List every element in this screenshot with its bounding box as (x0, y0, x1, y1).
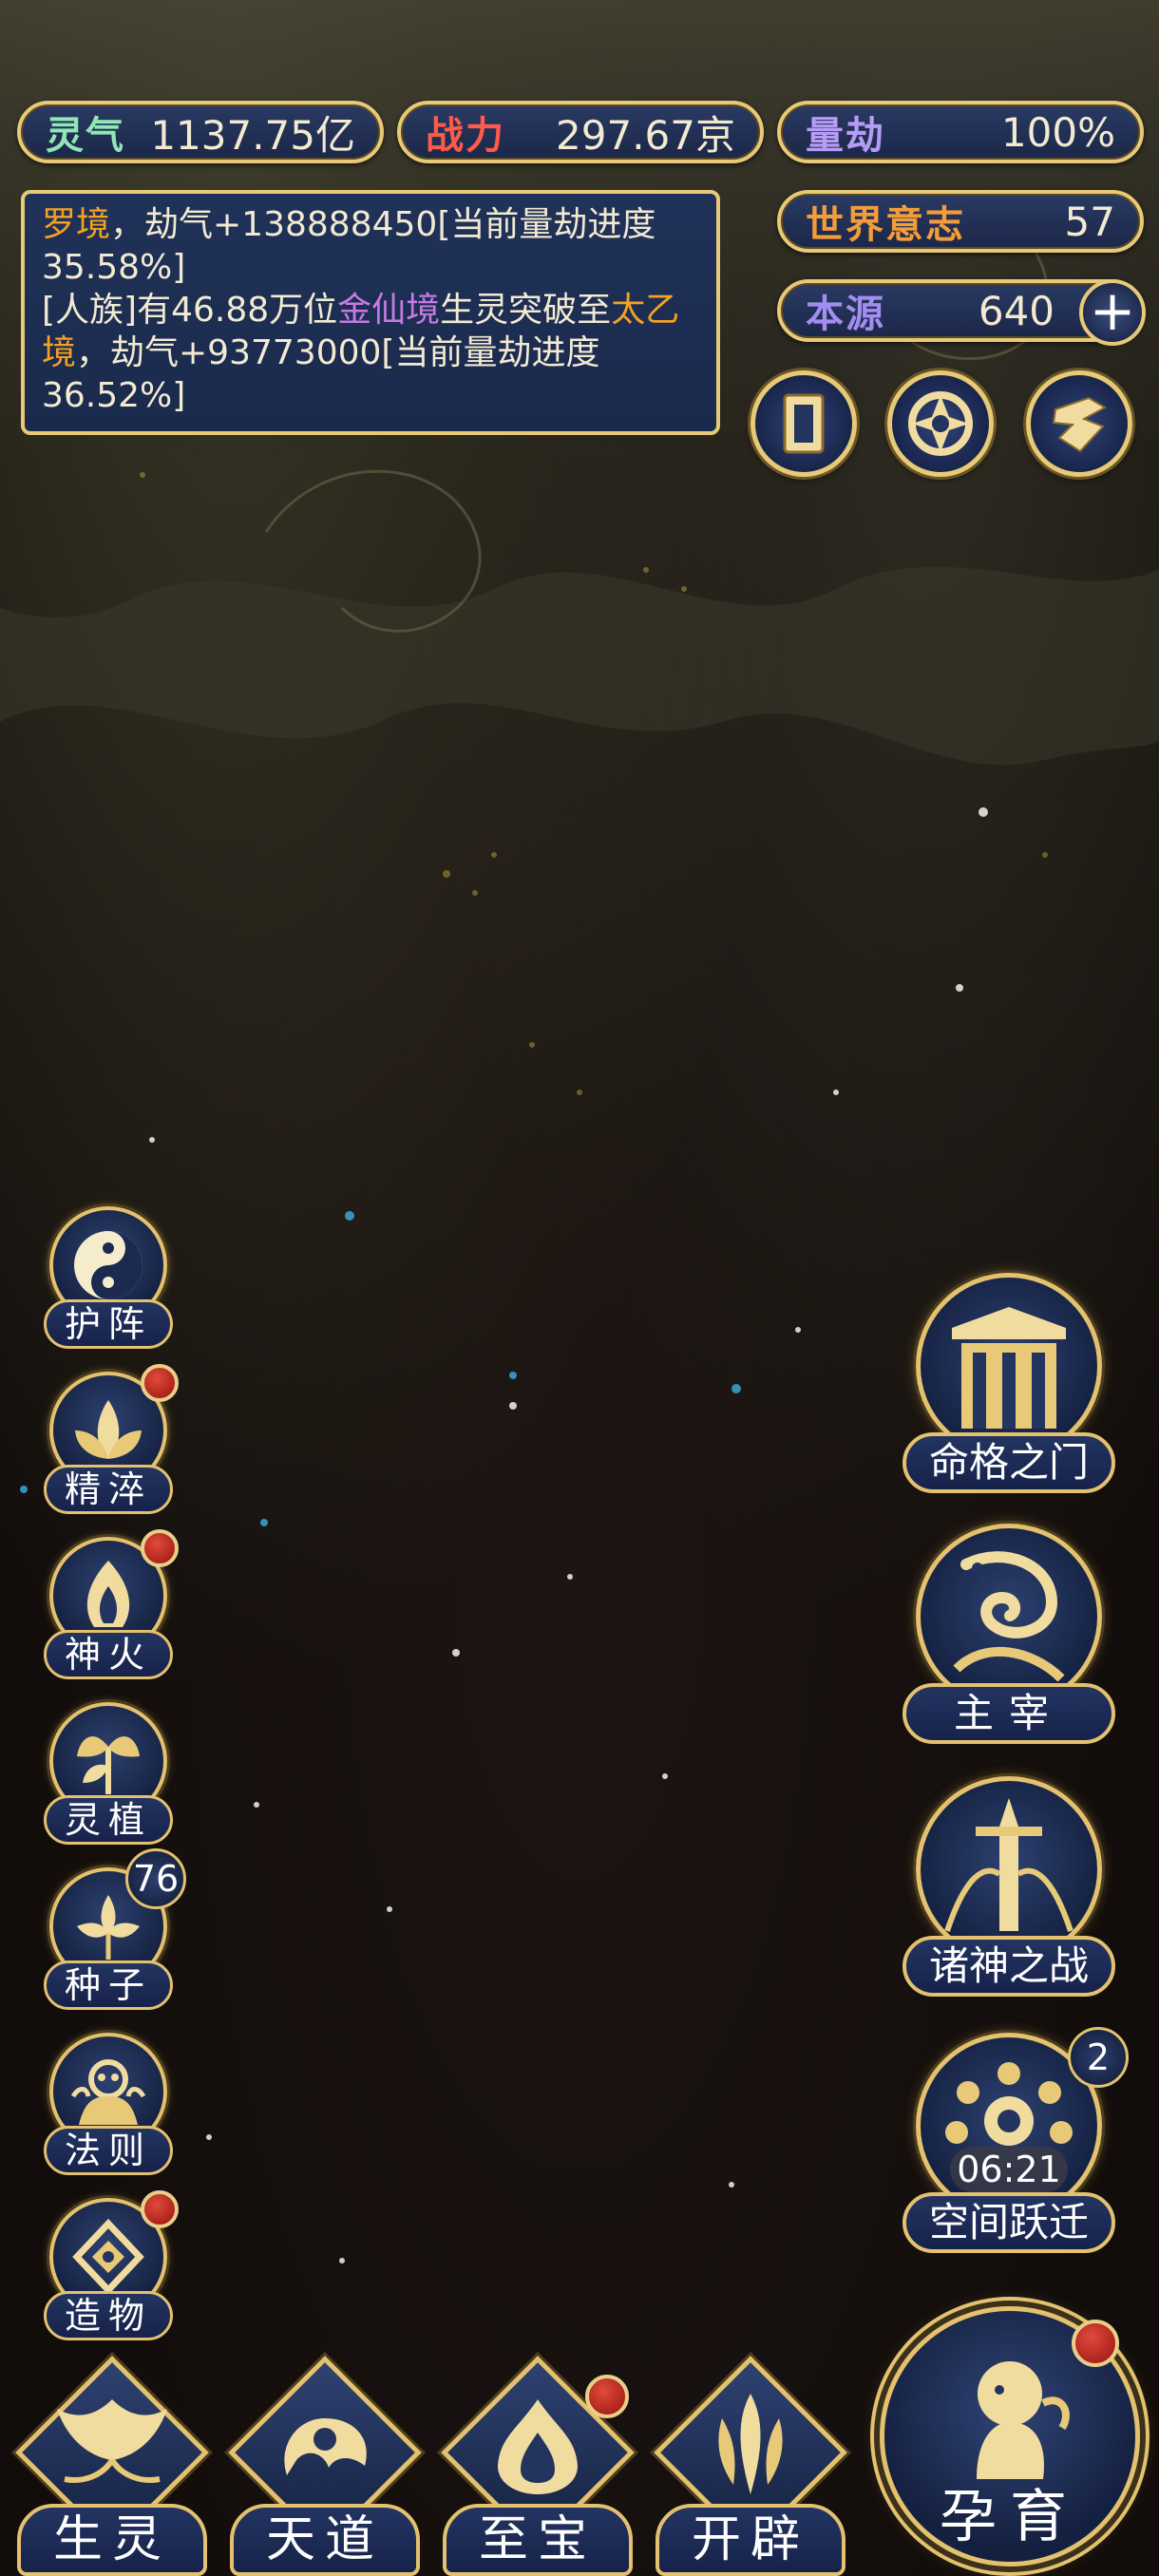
rule-icon (70, 2059, 146, 2125)
hand-icon (1052, 396, 1108, 453)
yunyu-button[interactable]: 孕育 (872, 2299, 1148, 2576)
liangjie-stat[interactable]: 量劫 100% (777, 101, 1144, 163)
swirl-button[interactable] (887, 370, 994, 477)
plant-icon (77, 1736, 140, 1794)
yunyu-label: 孕育 (940, 2484, 1080, 2550)
nav-label: 生灵 (17, 2504, 207, 2576)
log-line2-mid: 生灵突破至 (440, 291, 612, 330)
space-jump-timer: 06:21 (950, 2147, 1068, 2192)
liangjie-value: 100% (1000, 108, 1115, 156)
log-line2-prefix: [人族]有46.88万位 (42, 291, 338, 330)
benyuan-label: 本源 (806, 293, 885, 336)
lingqi-value: 1137.75亿 (150, 111, 355, 159)
treasure-icon (498, 2399, 578, 2494)
space-jump-button[interactable]: 06:21 空间跃迁 2 (897, 2027, 1129, 2261)
side-button-label: 造物 (44, 2291, 173, 2340)
dragon-icon (953, 1551, 1065, 1682)
sword-icon (944, 1798, 1074, 1932)
big-button-label: 空间跃迁 (902, 2192, 1115, 2253)
big-button-label: 主宰 (902, 1683, 1115, 1744)
axe-icon (718, 2394, 783, 2494)
count-badge: 76 (125, 1848, 186, 1909)
notification-dot (141, 1364, 179, 1402)
big-button-label: 命格之门 (902, 1432, 1115, 1493)
gods-war-button[interactable]: 诸神之战 (897, 1776, 1121, 2004)
nav-kaipi[interactable]: 开辟 (654, 2356, 847, 2576)
mingge-gate-button[interactable]: 命格之门 (897, 1273, 1121, 1501)
benyuan-stat[interactable]: 本源 640 + (777, 279, 1146, 346)
notification-dot (585, 2375, 629, 2418)
lingqi-label: 灵气 (46, 114, 125, 158)
zhuzai-button[interactable]: 主宰 (897, 1524, 1121, 1752)
big-button-label: 诸神之战 (902, 1936, 1115, 1997)
notification-dot (1072, 2320, 1119, 2367)
background-clouds (0, 0, 1159, 766)
log-line1-realm: 罗境 (42, 205, 111, 244)
log-line1-text: ，劫气+138888450[当前量劫进度35.58%] (42, 205, 656, 287)
side-button-label: 法则 (44, 2126, 173, 2175)
card-icon (783, 393, 825, 454)
shijie-value: 57 (1064, 198, 1115, 245)
lotus-icon (75, 1400, 142, 1459)
notification-dot (141, 2190, 179, 2228)
phoenix-icon (57, 2399, 167, 2483)
side-button-jingcui[interactable]: 精淬 (42, 1364, 179, 1514)
count-badge: 2 (1068, 2027, 1129, 2088)
log-line2-realm-from: 金仙境 (337, 291, 441, 330)
side-button-faze[interactable]: 法则 (42, 2033, 175, 2175)
nav-label: 天道 (230, 2504, 420, 2576)
log-line2-suffix: ，劫气+93773000[当前量劫进度36.52%] (42, 333, 600, 415)
swirl-icon (908, 391, 973, 456)
cloud-icon (284, 2418, 367, 2475)
craft-icon (72, 2218, 144, 2296)
embryo-icon (977, 2361, 1070, 2479)
side-button-lingzhi[interactable]: 灵植 (42, 1702, 175, 1845)
side-button-label: 种子 (44, 1960, 173, 2010)
nav-zhibao[interactable]: 至宝 (441, 2356, 635, 2576)
notification-dot (141, 1529, 179, 1567)
shijie-label: 世界意志 (806, 203, 965, 247)
nav-shengling[interactable]: 生灵 (15, 2356, 209, 2576)
event-log: 罗境，劫气+138888450[当前量劫进度35.58%] [人族]有46.88… (21, 190, 720, 435)
shijie-stat[interactable]: 世界意志 57 (777, 190, 1144, 253)
nav-tiandao[interactable]: 天道 (228, 2356, 422, 2576)
taiji-icon (74, 1231, 142, 1299)
side-button-label: 护阵 (44, 1299, 173, 1349)
side-button-label: 精淬 (44, 1465, 173, 1514)
gate-icon (952, 1307, 1066, 1429)
benyuan-value: 640 (978, 287, 1054, 334)
zhanli-value: 297.67京 (556, 111, 735, 159)
side-button-label: 灵植 (44, 1795, 173, 1845)
side-button-label: 神火 (44, 1630, 173, 1679)
side-button-shenhuo[interactable]: 神火 (42, 1529, 179, 1679)
side-button-zaowu[interactable]: 造物 (42, 2190, 179, 2340)
hand-button[interactable] (1026, 370, 1132, 477)
side-button-zhongzi[interactable]: 种子 76 (42, 1848, 186, 2010)
flame-icon (86, 1561, 130, 1627)
card-button[interactable] (750, 370, 857, 477)
lingqi-stat[interactable]: 灵气 1137.75亿 (17, 101, 384, 163)
zhanli-label: 战力 (426, 114, 505, 158)
zhanli-stat[interactable]: 战力 297.67京 (397, 101, 764, 163)
plus-icon[interactable]: + (1079, 279, 1146, 346)
side-button-huzhen[interactable]: 护阵 (42, 1206, 175, 1349)
nav-label: 开辟 (656, 2504, 846, 2576)
liangjie-label: 量劫 (806, 114, 885, 158)
nav-label: 至宝 (443, 2504, 633, 2576)
